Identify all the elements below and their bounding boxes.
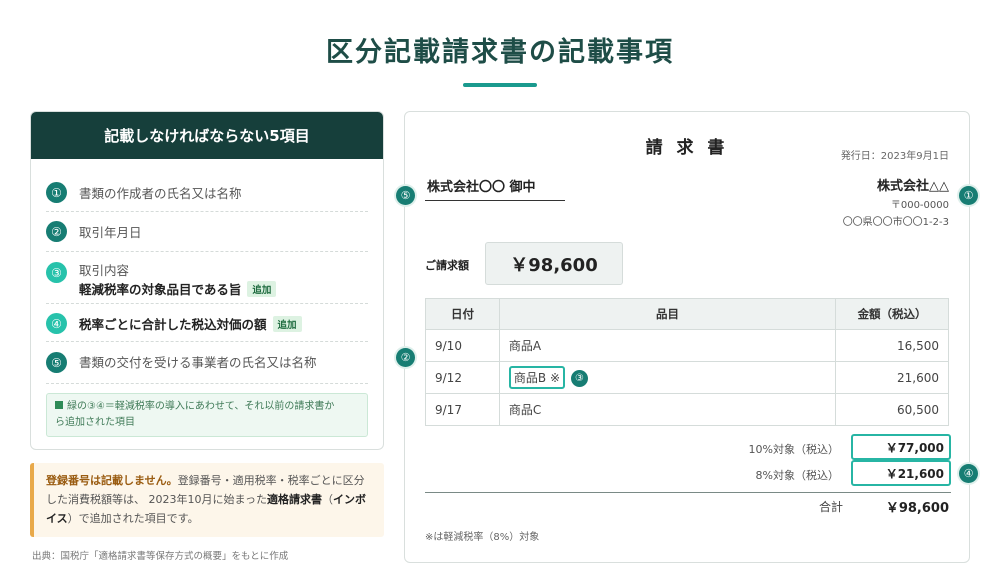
warning-bold: 登録番号は記載しません。: [46, 474, 178, 487]
row-item: 商品A: [498, 329, 837, 362]
table-row: 9/17 商品C 60,500: [425, 393, 949, 426]
number-badge: ②: [46, 221, 67, 242]
items-table: 日付 品目 金額（税込） 9/10 商品A 16,500 9/12 商品B ※ ③…: [425, 298, 949, 426]
requirements-header: 記載しなければならない5項目: [31, 112, 383, 159]
amount-label: ご請求額: [425, 259, 469, 272]
client-name: 株式会社〇〇 御中: [425, 176, 565, 201]
requirement-text: 書類の作成者の氏名又は名称: [79, 186, 242, 201]
requirement-item-1: ① 書類の作成者の氏名又は名称: [46, 174, 368, 212]
subtext-label: 軽減税率の対象品目である旨: [79, 282, 242, 297]
requirement-text: 取引内容: [79, 263, 130, 278]
added-tag: 追加: [247, 281, 277, 297]
page-title: 区分記載請求書の記載事項: [326, 37, 674, 68]
issue-date: 発行日：2023年9月1日: [840, 151, 949, 162]
row-amount: 21,600: [835, 361, 949, 394]
marker-3-inline: ③: [571, 370, 589, 387]
requirement-item-5: ⑤ 書類の交付を受ける事業者の氏名又は名称: [46, 342, 368, 384]
subtotal-10-label: 10%対象（税込）: [748, 443, 839, 456]
invoice-sample: 請 求 書 発行日：2023年9月1日 株式会社〇〇 御中 株式会社△△ 〒00…: [404, 111, 970, 563]
number-badge: ①: [46, 182, 67, 203]
requirement-item-2: ② 取引年月日: [46, 212, 368, 252]
column-header: 日付: [425, 298, 500, 330]
registration-warning: 登録番号は記載しません。登録番号・適用税率・税率ごとに区分した消費税額等は、 2…: [30, 463, 384, 537]
requirements-panel: 記載しなければならない5項目 ① 書類の作成者の氏名又は名称 ② 取引年月日 ③…: [30, 111, 384, 450]
warning-strong: 適格請求書: [267, 493, 323, 506]
column-header: 品目: [498, 298, 837, 330]
requirement-text: 書類の交付を受ける事業者の氏名又は名称: [79, 355, 317, 370]
number-badge: ⑤: [46, 352, 67, 373]
row-date: 9/17: [425, 393, 500, 426]
row-item-cell: 商品B ※ ③: [498, 361, 837, 394]
source-note: 出典：国税庁「適格請求書等保存方式の概要」をもとに作成: [32, 551, 289, 562]
subtotal-8-label: 8%対象（税込）: [755, 469, 839, 482]
note-line-1: 緑の③④＝軽減税率の導入にあわせて、それ以前の請求書か: [67, 401, 335, 412]
total-divider: [425, 492, 951, 493]
requirement-text: 税率ごとに合計した税込対価の額 追加: [79, 314, 302, 333]
row-date: 9/12: [425, 361, 500, 394]
subtotal-8-box: ￥21,600: [851, 460, 951, 486]
requirement-item-3: ③ 取引内容 軽減税率の対象品目である旨 追加: [46, 252, 368, 304]
table-row: 9/12 商品B ※ ③ 21,600: [425, 361, 949, 394]
table-row: 9/10 商品A 16,500: [425, 329, 949, 362]
requirement-label: 税率ごとに合計した税込対価の額: [79, 317, 267, 332]
note-box: 緑の③④＝軽減税率の導入にあわせて、それ以前の請求書か ら追加された項目: [46, 393, 368, 437]
number-badge: ③: [46, 262, 67, 283]
marker-1: ①: [959, 186, 978, 205]
row-item: 商品C: [498, 393, 837, 426]
subtotal-10-box: ￥77,000: [851, 434, 951, 460]
added-tag: 追加: [272, 316, 302, 332]
total-label: 合計: [819, 500, 844, 514]
row-amount: 16,500: [835, 329, 949, 362]
paren-open: （: [322, 493, 334, 506]
requirement-text: 取引年月日: [79, 225, 142, 240]
marker-4: ④: [959, 464, 978, 483]
reduced-rate-footnote: ※は軽減税率（8%）対象: [425, 532, 540, 543]
title-underline: [463, 83, 537, 87]
issuer-zip: 〒000-0000: [890, 200, 949, 211]
issuer-name: 株式会社△△: [877, 179, 949, 194]
highlighted-item: 商品B ※: [508, 366, 566, 389]
number-badge: ④: [46, 313, 67, 334]
note-line-2: ら追加された項目: [55, 417, 135, 428]
requirement-subtext: 軽減税率の対象品目である旨 追加: [79, 279, 277, 298]
total-value: ￥98,600: [885, 501, 949, 516]
issuer-address: 〇〇県〇〇市〇〇1-2-3: [842, 217, 949, 228]
marker-2: ②: [396, 348, 415, 367]
green-square-icon: [55, 401, 63, 409]
paren-close: ）: [67, 512, 79, 525]
requirement-item-4: ④ 税率ごとに合計した税込対価の額 追加: [46, 304, 368, 342]
column-header: 金額（税込）: [835, 298, 949, 330]
amount-box: ￥98,600: [485, 242, 623, 285]
marker-5: ⑤: [396, 186, 415, 205]
row-amount: 60,500: [835, 393, 949, 426]
row-date: 9/10: [425, 329, 500, 362]
table-header-row: 日付 品目 金額（税込）: [425, 298, 949, 330]
warning-text: で追加された項目です。: [78, 512, 199, 525]
